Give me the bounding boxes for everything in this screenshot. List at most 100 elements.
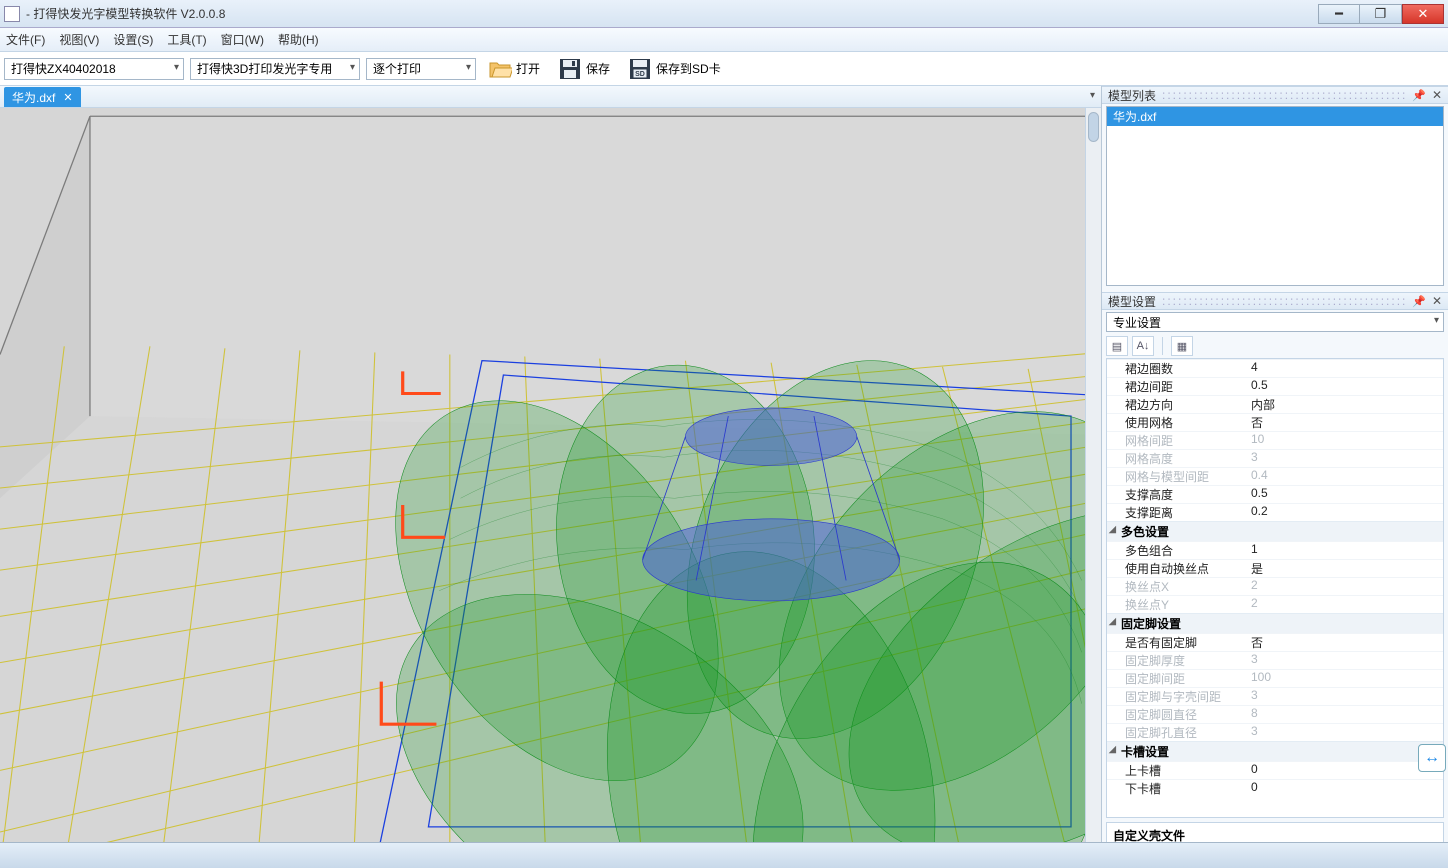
teamviewer-tray-icon[interactable]: ↔ bbox=[1418, 744, 1446, 772]
prop-value[interactable]: 是 bbox=[1247, 560, 1443, 577]
folder-open-icon bbox=[488, 57, 512, 81]
model-list[interactable]: 华为.dxf bbox=[1106, 106, 1444, 286]
prop-value[interactable]: 否 bbox=[1247, 414, 1443, 431]
prop-row: 固定脚间距100 bbox=[1107, 669, 1443, 687]
prop-key: 多色组合 bbox=[1107, 542, 1247, 559]
prop-row: 固定脚厚度3 bbox=[1107, 651, 1443, 669]
prop-value[interactable]: 0.5 bbox=[1247, 486, 1443, 503]
prop-key: 支撑距离 bbox=[1107, 504, 1247, 521]
save-sd-button[interactable]: SD 保存到SD卡 bbox=[622, 55, 727, 83]
prop-key: 换丝点Y bbox=[1107, 596, 1247, 613]
minimize-button[interactable]: ━ bbox=[1318, 4, 1360, 24]
property-pages-icon[interactable]: ▦ bbox=[1171, 336, 1193, 356]
printmode-combo[interactable]: 逐个打印 bbox=[366, 58, 476, 80]
os-taskbar bbox=[0, 842, 1448, 868]
settings-profile-combo[interactable]: 专业设置 bbox=[1106, 312, 1444, 332]
pin-icon[interactable]: 📌 bbox=[1412, 295, 1426, 308]
panel-close-icon[interactable]: ✕ bbox=[1432, 294, 1442, 308]
prop-row[interactable]: 下卡槽0 bbox=[1107, 779, 1443, 797]
prop-key: 固定脚厚度 bbox=[1107, 652, 1247, 669]
panel-close-icon[interactable]: ✕ bbox=[1432, 88, 1442, 102]
prop-value[interactable]: 内部 bbox=[1247, 396, 1443, 413]
separator bbox=[1162, 337, 1163, 355]
panel-model-settings-header: 模型设置 :::::::::::::::::::::::::::::::::::… bbox=[1102, 292, 1448, 310]
prop-key: 使用自动换丝点 bbox=[1107, 560, 1247, 577]
prop-key: 下卡槽 bbox=[1107, 780, 1247, 797]
menu-tools[interactable]: 工具(T) bbox=[167, 31, 206, 48]
panel-grip-icon: ::::::::::::::::::::::::::::::::::::::::… bbox=[1162, 294, 1406, 308]
prop-value[interactable]: 4 bbox=[1247, 360, 1443, 377]
menu-file[interactable]: 文件(F) bbox=[6, 31, 45, 48]
prop-row: 换丝点Y2 bbox=[1107, 595, 1443, 613]
prop-value: 2 bbox=[1247, 596, 1443, 613]
printer-combo[interactable]: 打得快ZX40402018 bbox=[4, 58, 184, 80]
prop-row[interactable]: 支撑高度0.5 bbox=[1107, 485, 1443, 503]
prop-category[interactable]: 固定脚设置 bbox=[1107, 613, 1443, 633]
title-bar: - 打得快发光字模型转换软件 V2.0.0.8 ━ ❐ ✕ bbox=[0, 0, 1448, 28]
svg-text:SD: SD bbox=[635, 71, 645, 78]
menu-settings[interactable]: 设置(S) bbox=[113, 31, 153, 48]
prop-value[interactable]: 0.2 bbox=[1247, 504, 1443, 521]
prop-value[interactable]: 1 bbox=[1247, 542, 1443, 559]
window-title: - 打得快发光字模型转换软件 V2.0.0.8 bbox=[26, 5, 1318, 22]
prop-row: 固定脚与字壳间距3 bbox=[1107, 687, 1443, 705]
prop-key: 固定脚圆直径 bbox=[1107, 706, 1247, 723]
menu-window[interactable]: 窗口(W) bbox=[221, 31, 264, 48]
panel-model-list-header: 模型列表 :::::::::::::::::::::::::::::::::::… bbox=[1102, 86, 1448, 104]
prop-key: 使用网格 bbox=[1107, 414, 1247, 431]
prop-row: 固定脚孔直径3 bbox=[1107, 723, 1443, 741]
prop-value[interactable]: 0.5 bbox=[1247, 378, 1443, 395]
prop-value: 3 bbox=[1247, 652, 1443, 669]
prop-row[interactable]: 使用自动换丝点是 bbox=[1107, 559, 1443, 577]
3d-viewport[interactable] bbox=[0, 108, 1101, 868]
menu-help[interactable]: 帮助(H) bbox=[278, 31, 319, 48]
save-label: 保存 bbox=[586, 60, 610, 77]
open-button[interactable]: 打开 bbox=[482, 55, 546, 83]
prop-row[interactable]: 上卡槽0 bbox=[1107, 761, 1443, 779]
save-button[interactable]: 保存 bbox=[552, 55, 616, 83]
model-list-item[interactable]: 华为.dxf bbox=[1107, 107, 1443, 126]
prop-row[interactable]: 裙边圈数4 bbox=[1107, 359, 1443, 377]
tab-huawei-dxf[interactable]: 华为.dxf ✕ bbox=[4, 87, 81, 107]
tab-overflow-icon[interactable]: ▾ bbox=[1090, 90, 1095, 101]
close-button[interactable]: ✕ bbox=[1402, 4, 1444, 24]
prop-row[interactable]: 裙边方向内部 bbox=[1107, 395, 1443, 413]
prop-row[interactable]: 是否有固定脚否 bbox=[1107, 633, 1443, 651]
floppy-save-icon bbox=[558, 57, 582, 81]
profile-combo[interactable]: 打得快3D打印发光字专用 bbox=[190, 58, 360, 80]
sort-az-icon[interactable]: A↓ bbox=[1132, 336, 1154, 356]
prop-key: 裙边方向 bbox=[1107, 396, 1247, 413]
prop-value[interactable]: 否 bbox=[1247, 634, 1443, 651]
prop-row[interactable]: 支撑距离0.2 bbox=[1107, 503, 1443, 521]
tab-label: 华为.dxf bbox=[12, 89, 55, 106]
prop-value[interactable]: 0 bbox=[1247, 762, 1443, 779]
prop-key: 是否有固定脚 bbox=[1107, 634, 1247, 651]
panel-model-settings-title: 模型设置 bbox=[1108, 293, 1156, 310]
prop-key: 固定脚孔直径 bbox=[1107, 724, 1247, 741]
prop-row: 网格间距10 bbox=[1107, 431, 1443, 449]
prop-row[interactable]: 裙边间距0.5 bbox=[1107, 377, 1443, 395]
prop-value: 2 bbox=[1247, 578, 1443, 595]
prop-category[interactable]: 多色设置 bbox=[1107, 521, 1443, 541]
sd-card-icon: SD bbox=[628, 57, 652, 81]
prop-value[interactable]: 0 bbox=[1247, 780, 1443, 797]
pin-icon[interactable]: 📌 bbox=[1412, 89, 1426, 102]
prop-row: 网格与模型间距0.4 bbox=[1107, 467, 1443, 485]
prop-key: 支撑高度 bbox=[1107, 486, 1247, 503]
toolbar: 打得快ZX40402018 打得快3D打印发光字专用 逐个打印 打开 保存 SD… bbox=[0, 52, 1448, 86]
settings-profile-value: 专业设置 bbox=[1113, 314, 1161, 331]
menu-view[interactable]: 视图(V) bbox=[59, 31, 99, 48]
prop-value: 3 bbox=[1247, 724, 1443, 741]
property-grid[interactable]: 裙边圈数4 裙边间距0.5 裙边方向内部 使用网格否 网格间距10 网格高度3 … bbox=[1106, 358, 1444, 818]
tab-close-icon[interactable]: ✕ bbox=[63, 91, 72, 104]
categorized-view-icon[interactable]: ▤ bbox=[1106, 336, 1128, 356]
viewport-scrollbar[interactable] bbox=[1085, 108, 1101, 868]
prop-row[interactable]: 多色组合1 bbox=[1107, 541, 1443, 559]
document-tabstrip: 华为.dxf ✕ ▾ bbox=[0, 86, 1101, 108]
prop-row[interactable]: 使用网格否 bbox=[1107, 413, 1443, 431]
maximize-button[interactable]: ❐ bbox=[1360, 4, 1402, 24]
prop-category[interactable]: 卡槽设置 bbox=[1107, 741, 1443, 761]
prop-key: 裙边圈数 bbox=[1107, 360, 1247, 377]
prop-key: 换丝点X bbox=[1107, 578, 1247, 595]
scrollbar-thumb[interactable] bbox=[1088, 112, 1099, 142]
